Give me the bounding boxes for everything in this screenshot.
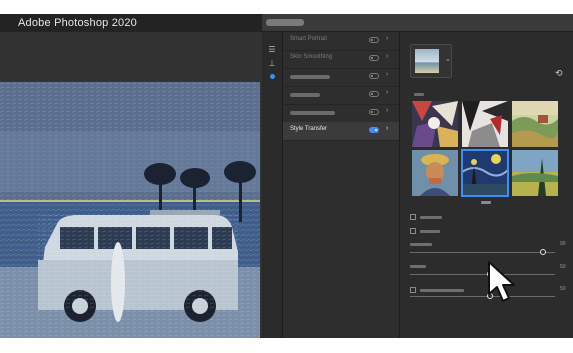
filter-smart-portrait[interactable]: Smart Portrait › — [283, 32, 399, 51]
panel-tab-pill[interactable] — [266, 19, 304, 26]
neural-filters-tool-strip: ☰ ⊥ — [262, 32, 283, 338]
style-preset-starry-night[interactable] — [461, 149, 509, 197]
chevron-down-icon: ⌄ — [445, 56, 451, 63]
neural-filters-header — [262, 14, 573, 32]
app-title: Adobe Photoshop 2020 — [18, 17, 137, 29]
filter-label: Style Transfer — [290, 126, 328, 132]
chevron-right-icon: › — [386, 125, 389, 132]
slider-knob[interactable] — [540, 249, 547, 255]
style-preset-wheat-field[interactable] — [512, 150, 558, 196]
stylized-photo-image — [0, 82, 260, 338]
reset-icon[interactable]: ⟲ — [555, 68, 563, 79]
slider-value: 90 — [560, 241, 566, 247]
checkbox[interactable] — [410, 228, 416, 234]
style-preset-cubist[interactable] — [412, 101, 458, 147]
chevron-right-icon: › — [386, 89, 389, 96]
photoshop-window: Adobe Photoshop 2020 ☰ ⊥ Smart Portrait … — [0, 14, 573, 338]
filter-item[interactable]: › — [283, 86, 399, 105]
filters-list: Smart Portrait › Skin Smoothing › › › › … — [283, 32, 400, 338]
filter-toggle[interactable] — [369, 127, 379, 133]
filter-style-transfer[interactable]: Style Transfer › — [283, 122, 399, 141]
chevron-right-icon: › — [386, 107, 389, 114]
mouse-cursor-icon — [488, 261, 515, 302]
slider-label — [410, 243, 432, 246]
checkbox-label — [420, 230, 440, 233]
presets-label — [414, 93, 424, 96]
filter-item[interactable]: › — [283, 104, 399, 123]
style-preset-abstract[interactable] — [462, 101, 508, 147]
document-canvas[interactable] — [0, 32, 262, 338]
checkbox[interactable] — [410, 287, 416, 293]
slider-track[interactable] — [410, 252, 555, 253]
reference-thumbnail — [415, 49, 439, 73]
slider-value: 50 — [560, 264, 566, 270]
slider-track[interactable] — [410, 274, 555, 275]
presets-scroll-handle[interactable] — [481, 201, 491, 204]
filter-label-placeholder — [290, 75, 330, 79]
filter-skin-smoothing[interactable]: Skin Smoothing › — [283, 50, 399, 69]
filter-toggle[interactable] — [369, 37, 379, 43]
chevron-right-icon: › — [386, 53, 389, 60]
title-bar: Adobe Photoshop 2020 — [0, 14, 262, 32]
reference-image-select[interactable]: ⌄ — [410, 44, 452, 78]
filter-label-placeholder — [290, 111, 335, 115]
slider-label — [410, 265, 426, 268]
sliders-icon[interactable]: ☰ — [267, 46, 277, 54]
checkbox-label — [420, 289, 464, 292]
style-preset-van-gogh-portrait[interactable] — [412, 150, 458, 196]
brush-icon[interactable]: ⊥ — [267, 60, 277, 68]
filter-item[interactable]: › — [283, 68, 399, 87]
filter-toggle[interactable] — [369, 55, 379, 61]
filter-toggle[interactable] — [369, 109, 379, 115]
filter-label: Skin Smoothing — [290, 54, 333, 60]
checkbox-label — [420, 216, 442, 219]
filter-label-placeholder — [290, 93, 320, 97]
checkbox[interactable] — [410, 214, 416, 220]
dot-indicator-icon[interactable] — [270, 74, 275, 79]
slider-value: 50 — [560, 286, 566, 292]
chevron-right-icon: › — [386, 71, 389, 78]
style-preset-landscape[interactable] — [512, 101, 558, 147]
filter-label: Smart Portrait — [290, 36, 328, 42]
slider-track[interactable] — [410, 296, 555, 297]
filter-toggle[interactable] — [369, 73, 379, 79]
filter-toggle[interactable] — [369, 91, 379, 97]
chevron-right-icon: › — [386, 35, 389, 42]
